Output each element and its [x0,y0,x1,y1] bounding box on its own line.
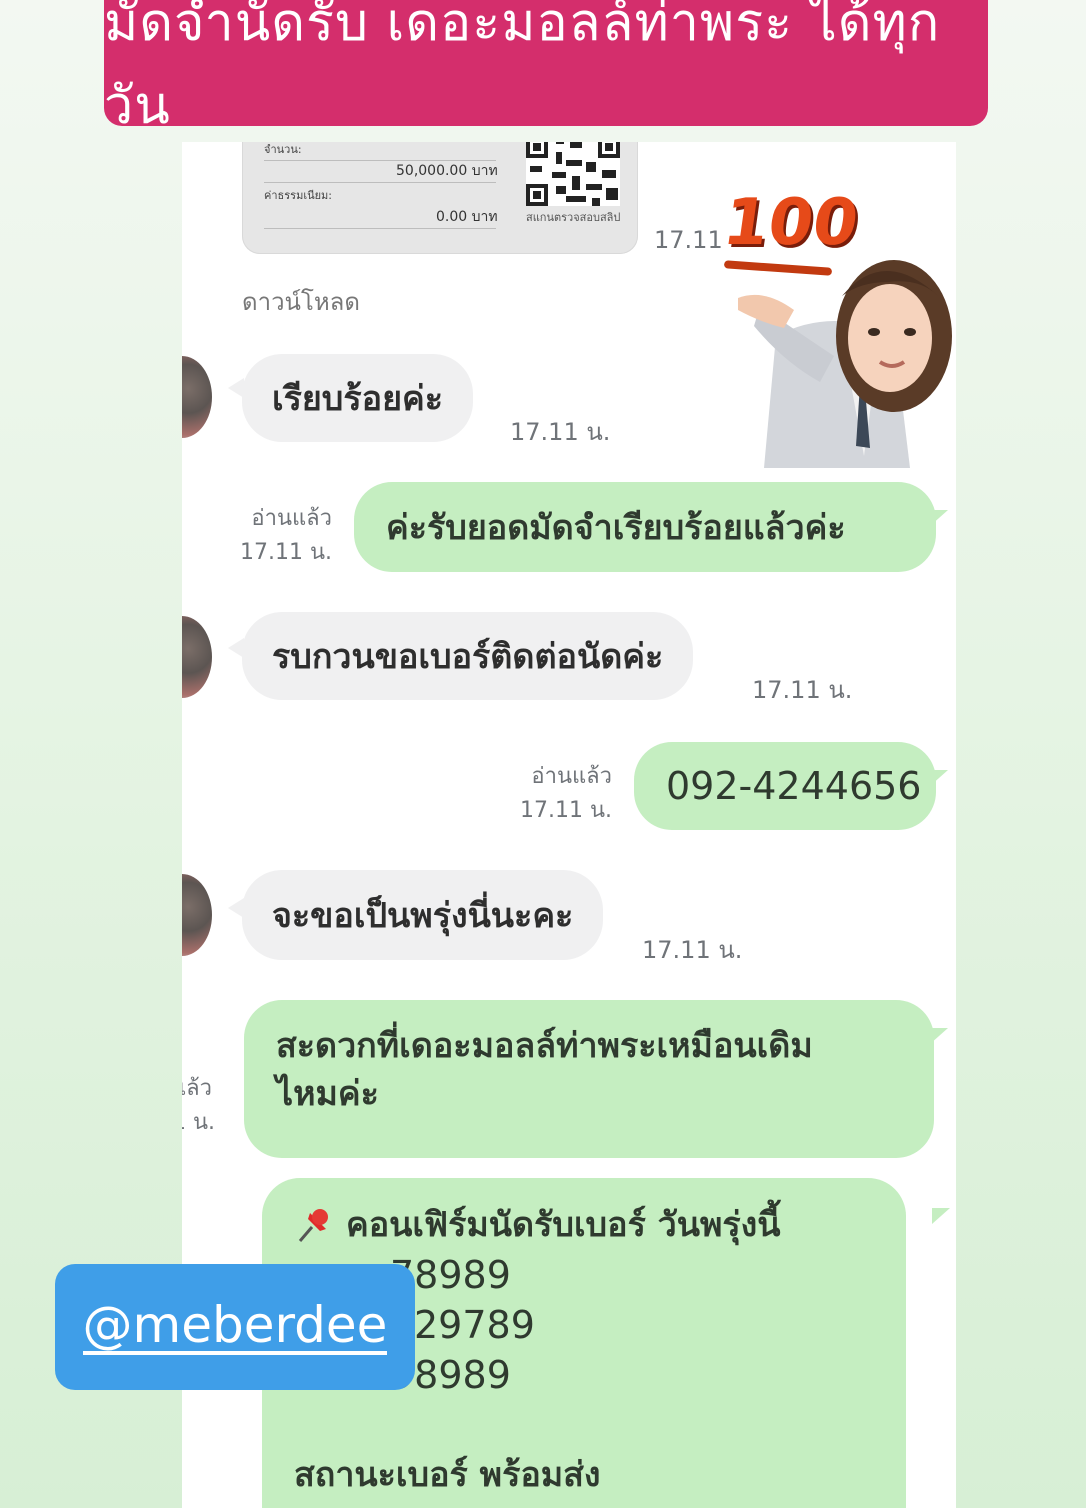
slip-divider [264,228,496,229]
outgoing-message[interactable]: ค่ะรับยอดมัดจำเรียบร้อยแล้วค่ะ [354,482,936,572]
incoming-message[interactable]: เรียบร้อยค่ะ [242,354,473,442]
pushpin-icon [294,1205,334,1245]
message-text: 092-4244656 [666,764,922,808]
read-receipt: อ่านแล้ว 17.11 น. [500,760,612,828]
download-link[interactable]: ดาวน์โหลด [242,282,360,321]
message-text: เรียบร้อยค่ะ [272,379,443,419]
transfer-slip-image[interactable]: จำนวน: 50,000.00 บาท ค่าธรรมเนียม: 0.00 … [242,142,638,254]
message-text: รบกวนขอเบอร์ติดต่อนัดค่ะ [272,637,664,677]
message-time: 17.11 น. [642,936,743,964]
sender-avatar[interactable] [182,356,212,438]
sender-avatar[interactable] [182,874,212,956]
message-time: 17.11 น. [239,540,332,566]
message-text-line: สะดวกที่เดอะมอลล์ท่าพระเหมือนเดิม [276,1026,813,1066]
message-time: 17.11 [654,226,723,254]
message-text: จะขอเป็นพรุ่งนี่นะคะ [272,896,574,936]
slip-amount-label: จำนวน: [264,143,302,156]
message-text: คอนเฟิร์มนัดรับเบอร์ วันพรุ่งนี้ [346,1205,781,1245]
sticker-100-character[interactable]: 100 [719,186,956,468]
qr-code [526,142,620,206]
banner-text: มัดจำนัดรับ เดอะมอลล์ท่าพระ ได้ทุกวัน [104,0,941,136]
incoming-message[interactable]: รบกวนขอเบอร์ติดต่อนัดค่ะ [242,612,694,700]
message-text-line: 29789 [414,1303,535,1347]
outgoing-message[interactable]: สะดวกที่เดอะมอลล์ท่าพระเหมือนเดิม ไหมค่ะ [244,1000,934,1158]
message-text: ค่ะรับยอดมัดจำเรียบร้อยแล้วค่ะ [386,508,846,548]
message-text-line: ไหมค่ะ [276,1074,379,1114]
handle-text: @meberdee [82,1295,388,1356]
read-label: อ่านแล้ว [531,764,612,789]
message-time: 17.11 น. [752,676,853,704]
read-receipt: อ่านแล้ว 17.11 น. [228,502,332,570]
slip-fee-label: ค่าธรรมเนียม: [264,189,332,202]
bubble-tail [930,1028,948,1044]
read-label: อ่านแล้ว [251,506,332,531]
bubble-tail [930,510,948,526]
incoming-message[interactable]: จะขอเป็นพรุ่งนี่นะคะ [242,870,604,960]
slip-divider [264,182,496,183]
sender-avatar[interactable] [182,616,212,698]
message-text-line: สถานะเบอร์ พร้อมส่ง [294,1455,601,1495]
outgoing-message[interactable]: 092-4244656 [634,742,936,830]
qr-caption: สแกนตรวจสอบสลิป [526,211,621,224]
bubble-tail [932,1208,950,1224]
title-banner: มัดจำนัดรับ เดอะมอลล์ท่าพระ ได้ทุกวัน [104,0,988,136]
account-handle-tag[interactable]: @meberdee [55,1264,415,1390]
slip-fee-value: 0.00 บาท [436,209,498,225]
read-label: แล้ว [182,1076,213,1101]
message-time: 17.11 น. [510,418,611,446]
badge-100: 100 [718,186,863,260]
read-receipt: แล้ว 1 น. [182,1072,224,1140]
bubble-tail [930,770,948,786]
message-time: 17.11 น. [519,798,612,824]
message-time: 1 น. [182,1110,216,1136]
slip-amount-value: 50,000.00 บาท [396,163,498,179]
